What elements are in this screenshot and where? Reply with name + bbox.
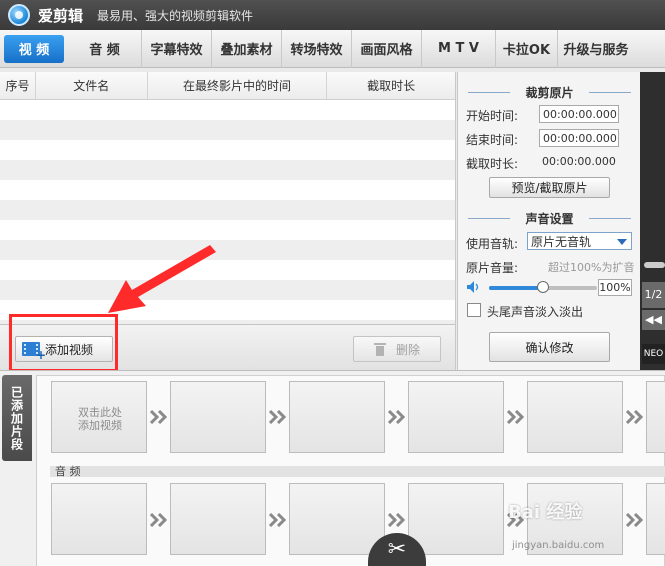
app-name: 爱剪辑 bbox=[38, 6, 84, 25]
end-time-input[interactable]: 00:00:00.000 bbox=[539, 129, 619, 147]
chevron-right-icon bbox=[150, 513, 168, 527]
clip-slot[interactable] bbox=[527, 381, 623, 453]
speaker-icon bbox=[467, 281, 479, 293]
scissors-icon: ✂ bbox=[387, 537, 407, 562]
preview-progress-bar[interactable] bbox=[644, 262, 665, 268]
main-tab-bar: 视 频 音 频 字幕特效 叠加素材 转场特效 画面风格 M T V 卡拉OK 升… bbox=[0, 29, 665, 68]
delete-label: 删除 bbox=[395, 342, 420, 357]
list-row bbox=[0, 280, 455, 300]
column-clip-duration[interactable]: 截取时长 bbox=[327, 72, 455, 99]
list-row bbox=[0, 160, 455, 180]
fade-checkbox-label[interactable]: 头尾声音淡入淡出 bbox=[487, 303, 583, 320]
audio-track-value: 原片无音轨 bbox=[531, 234, 592, 249]
tab-picture-style[interactable]: 画面风格 bbox=[352, 29, 422, 68]
chevron-right-icon bbox=[150, 410, 168, 424]
list-rows bbox=[0, 100, 455, 340]
watermark: Bai 经验 bbox=[508, 502, 583, 523]
list-row bbox=[0, 100, 455, 120]
duration-value: 00:00:00.000 bbox=[542, 155, 616, 168]
tab-video[interactable]: 视 频 bbox=[4, 34, 64, 63]
list-row bbox=[0, 120, 455, 140]
preview-window: 1/2 ◀◀ NEO bbox=[640, 72, 665, 370]
tab-karaoke[interactable]: 卡拉OK bbox=[496, 29, 558, 68]
chevron-right-icon bbox=[626, 513, 644, 527]
volume-slider[interactable] bbox=[489, 281, 597, 293]
slot-hint-line2: 添加视频 bbox=[78, 419, 122, 432]
tab-transition-effects[interactable]: 转场特效 bbox=[282, 29, 352, 68]
chevron-down-icon bbox=[617, 239, 627, 245]
column-filename[interactable]: 文件名 bbox=[36, 72, 148, 99]
tab-overlay-materials[interactable]: 叠加素材 bbox=[212, 29, 282, 68]
chevron-right-icon bbox=[269, 513, 287, 527]
preview-trim-button[interactable]: 预览/截取原片 bbox=[489, 177, 610, 198]
column-final-time[interactable]: 在最终影片中的时间 bbox=[148, 72, 328, 99]
chevron-right-icon bbox=[269, 410, 287, 424]
chevron-right-icon bbox=[388, 410, 406, 424]
annotation-highlight-box bbox=[9, 314, 118, 372]
volume-label: 原片音量: bbox=[466, 261, 519, 275]
volume-value-box[interactable]: 100% bbox=[598, 279, 632, 296]
start-time-label: 开始时间: bbox=[466, 109, 519, 123]
list-row bbox=[0, 200, 455, 220]
chevron-right-icon bbox=[388, 513, 406, 527]
audio-slot[interactable] bbox=[646, 483, 665, 555]
confirm-change-button[interactable]: 确认修改 bbox=[489, 332, 610, 362]
preview-page-indicator: 1/2 bbox=[642, 282, 665, 308]
video-file-list[interactable]: 序号 文件名 在最终影片中的时间 截取时长 bbox=[0, 72, 456, 340]
added-clips-area: 已添加片段 双击此处 添加视频 音 频 ✂ bbox=[0, 370, 665, 566]
audio-track-select[interactable]: 原片无音轨 bbox=[527, 232, 632, 250]
chevron-right-icon bbox=[507, 410, 525, 424]
title-bar: 爱剪辑 最易用、强大的视频剪辑软件 bbox=[0, 0, 665, 30]
list-header: 序号 文件名 在最终影片中的时间 截取时长 bbox=[0, 72, 455, 100]
tab-upgrade-service[interactable]: 升级与服务 bbox=[558, 30, 634, 68]
audio-slot[interactable] bbox=[289, 483, 385, 555]
audio-slot[interactable] bbox=[408, 483, 504, 555]
app-slogan: 最易用、强大的视频剪辑软件 bbox=[97, 8, 254, 23]
added-clips-tab[interactable]: 已添加片段 bbox=[2, 375, 32, 461]
audio-section-title: 声音设置 bbox=[458, 210, 641, 227]
tab-mtv[interactable]: M T V bbox=[422, 29, 496, 68]
fade-checkbox[interactable] bbox=[467, 303, 481, 317]
clip-settings-panel: 裁剪原片 开始时间: 00:00:00.000 结束时间: 00:00:00.0… bbox=[457, 72, 640, 370]
volume-slider-thumb[interactable] bbox=[537, 281, 549, 293]
column-index[interactable]: 序号 bbox=[0, 72, 36, 99]
clip-slot-add-video[interactable]: 双击此处 添加视频 bbox=[51, 381, 147, 453]
track-label: 使用音轨: bbox=[466, 237, 519, 251]
clip-slot[interactable] bbox=[289, 381, 385, 453]
tab-subtitle-effects[interactable]: 字幕特效 bbox=[142, 29, 212, 68]
chevron-right-icon bbox=[626, 410, 644, 424]
list-row bbox=[0, 140, 455, 160]
trash-icon bbox=[373, 342, 386, 356]
preview-brand: NEO bbox=[642, 344, 665, 364]
list-row bbox=[0, 220, 455, 240]
audio-slot[interactable] bbox=[51, 483, 147, 555]
volume-slider-fill bbox=[489, 286, 543, 290]
delete-button[interactable]: 删除 bbox=[353, 336, 441, 362]
list-row bbox=[0, 240, 455, 260]
trim-section-title: 裁剪原片 bbox=[458, 84, 641, 101]
list-row bbox=[0, 180, 455, 200]
watermark-url: jingyan.baidu.com bbox=[512, 540, 605, 551]
audio-track-label: 音 频 bbox=[50, 466, 665, 477]
rewind-icon[interactable]: ◀◀ bbox=[642, 310, 665, 330]
clip-slot[interactable] bbox=[408, 381, 504, 453]
start-time-input[interactable]: 00:00:00.000 bbox=[539, 105, 619, 123]
clip-slot[interactable] bbox=[170, 381, 266, 453]
clip-slot[interactable] bbox=[646, 381, 665, 453]
slot-hint-line1: 双击此处 bbox=[78, 406, 122, 419]
audio-slot[interactable] bbox=[170, 483, 266, 555]
tab-audio[interactable]: 音 频 bbox=[68, 29, 142, 68]
logo-icon bbox=[8, 4, 30, 26]
list-row bbox=[0, 260, 455, 280]
volume-hint: 超过100%为扩音 bbox=[548, 261, 635, 274]
end-time-label: 结束时间: bbox=[466, 133, 519, 147]
duration-label: 截取时长: bbox=[466, 157, 519, 171]
